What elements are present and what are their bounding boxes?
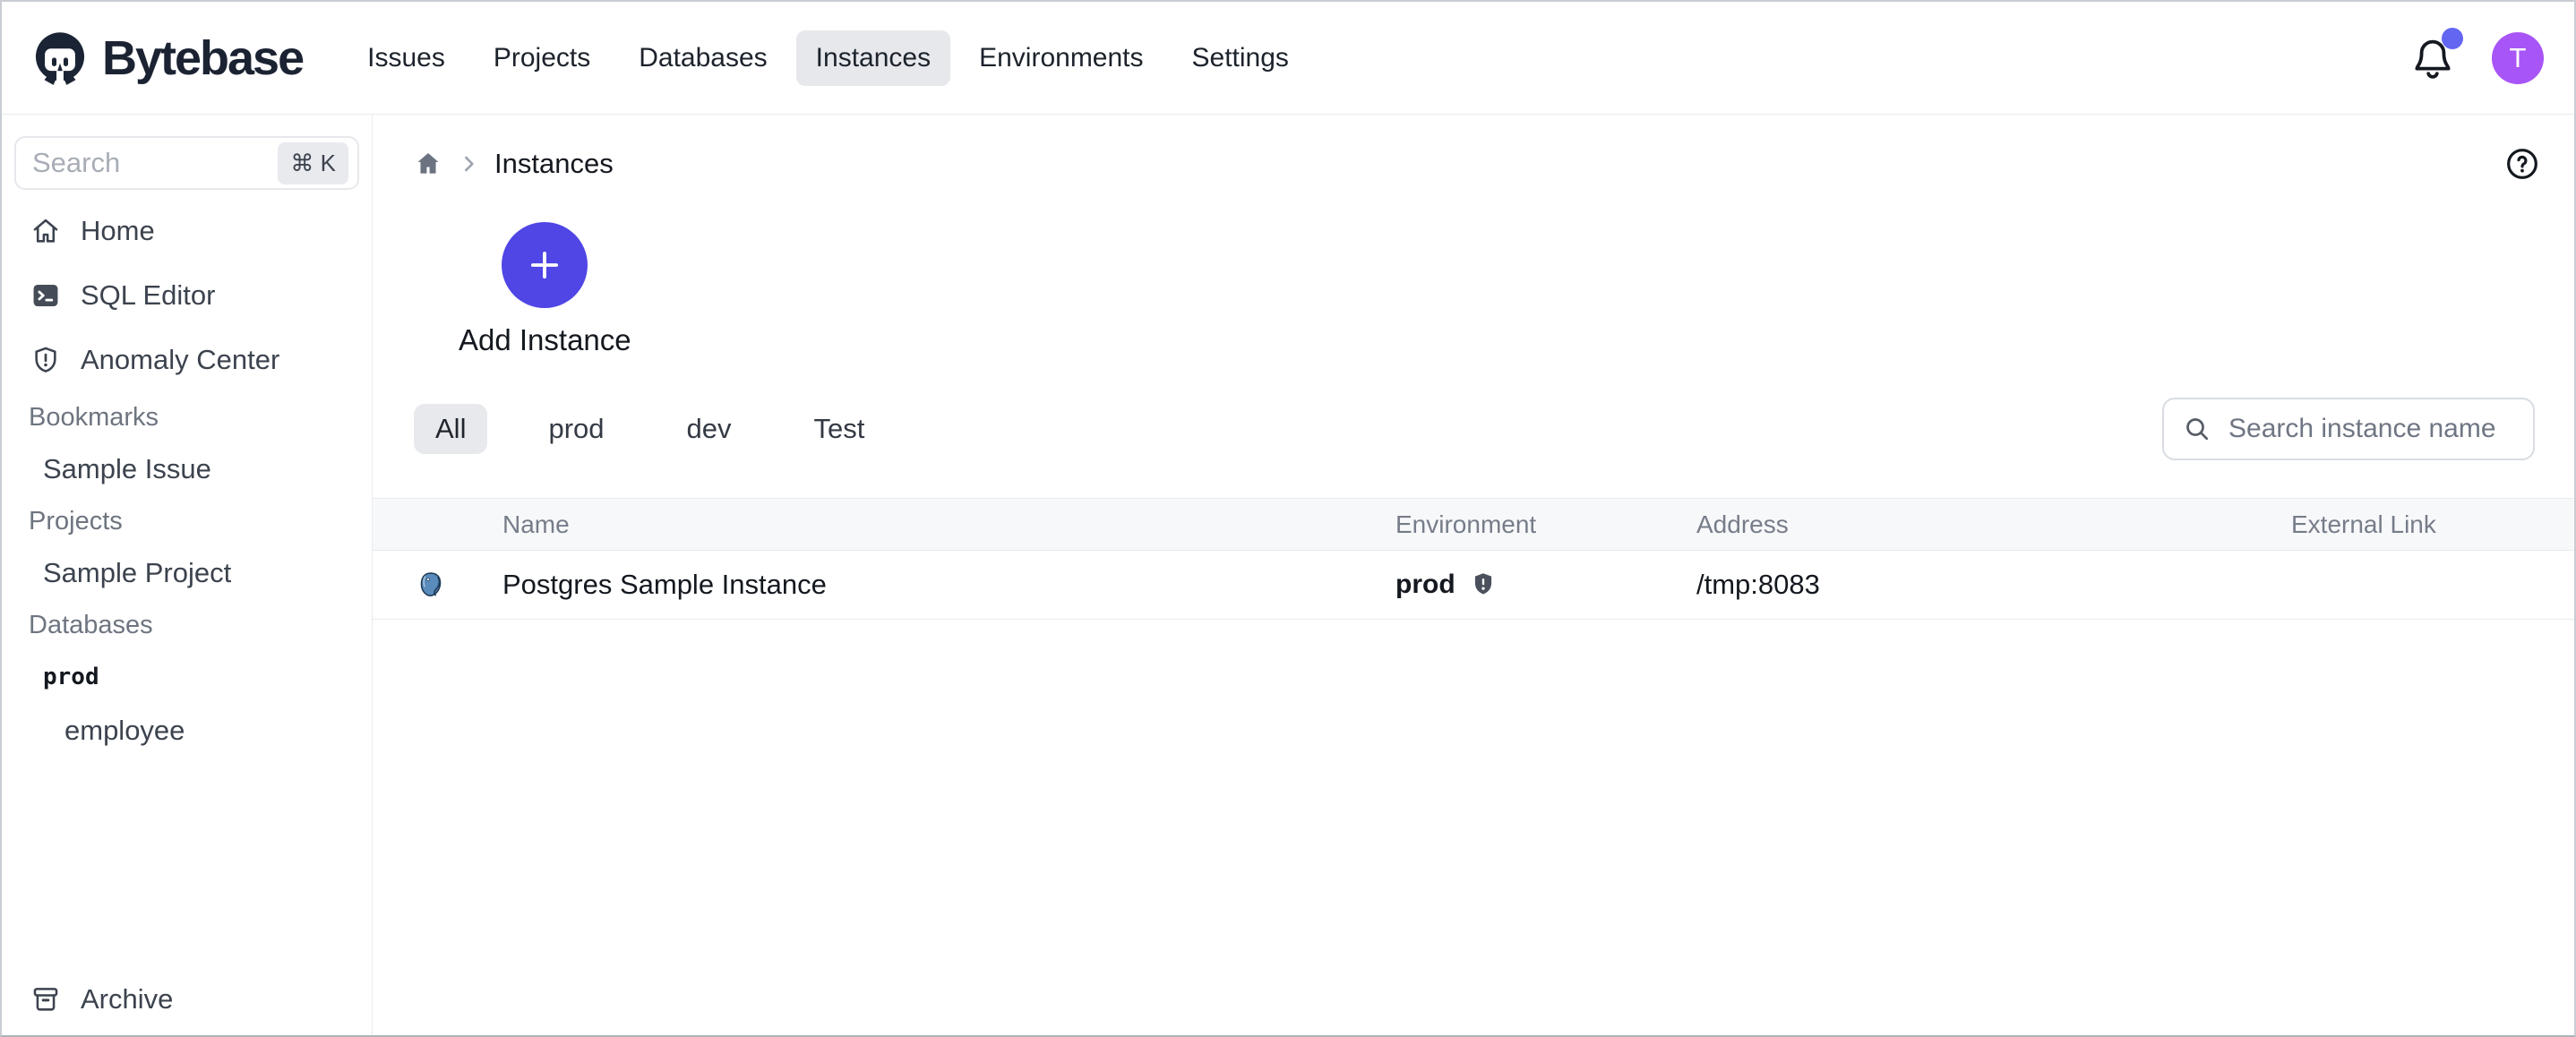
tab-prod[interactable]: prod <box>527 404 625 454</box>
search-shortcut-badge: ⌘ K <box>278 142 348 184</box>
tab-dev[interactable]: dev <box>665 404 753 454</box>
instances-table: Name Environment Address External Link <box>373 498 2574 620</box>
environment-cell: prod <box>1395 570 1696 600</box>
sidebar-item-env-prod[interactable]: prod <box>2 650 372 704</box>
address-cell: /tmp:8083 <box>1696 569 2291 601</box>
header-name: Name <box>502 510 1395 539</box>
shield-filled-icon <box>1470 570 1497 599</box>
archive-icon <box>30 984 61 1015</box>
avatar[interactable]: T <box>2492 32 2544 84</box>
bytebase-app-window: Bytebase Issues Projects Databases Insta… <box>0 0 2576 1037</box>
nav-item-projects[interactable]: Projects <box>474 30 610 86</box>
nav-item-settings[interactable]: Settings <box>1172 30 1309 86</box>
section-title: Databases <box>2 600 372 650</box>
sidebar-item-label: Home <box>81 215 155 247</box>
terminal-icon <box>30 280 61 311</box>
notification-dot <box>2442 28 2463 49</box>
sidebar-item-archive[interactable]: Archive <box>2 971 372 1028</box>
tab-test[interactable]: Test <box>792 404 886 454</box>
instance-search[interactable] <box>2162 398 2535 460</box>
sidebar-item-label: Anomaly Center <box>81 344 279 376</box>
instance-search-input[interactable] <box>2228 414 2515 444</box>
postgres-icon <box>417 570 444 599</box>
search-icon <box>2182 414 2212 444</box>
tab-all[interactable]: All <box>414 404 487 454</box>
add-instance-label: Add Instance <box>459 322 631 358</box>
environment-label: prod <box>1395 570 1455 600</box>
section-title: Projects <box>2 496 372 546</box>
sidebar-nav: Home SQL Editor <box>2 199 372 392</box>
header-address: Address <box>1696 510 2291 539</box>
engine-icon-cell <box>373 570 502 599</box>
sidebar-section-databases: Databases prod employee <box>2 600 372 758</box>
sidebar-item-label: SQL Editor <box>81 279 215 312</box>
nav-item-databases[interactable]: Databases <box>619 30 786 86</box>
nav-item-instances[interactable]: Instances <box>796 30 950 86</box>
plus-icon <box>526 246 563 284</box>
sidebar-item-home[interactable]: Home <box>2 199 372 263</box>
sidebar-section-bookmarks: Bookmarks Sample Issue <box>2 392 372 496</box>
home-icon <box>30 216 61 246</box>
breadcrumb: Instances <box>373 115 2574 213</box>
header-environment: Environment <box>1395 510 1696 539</box>
sidebar-section-projects: Projects Sample Project <box>2 496 372 600</box>
main-content: Instances Add Instance <box>373 115 2574 1035</box>
add-instance: Add Instance <box>459 222 631 358</box>
help-button[interactable] <box>2504 146 2540 182</box>
main-nav-links: Issues Projects Databases Instances Envi… <box>348 30 1309 86</box>
bytebase-logo-icon <box>32 31 88 85</box>
breadcrumb-current-page: Instances <box>494 148 614 180</box>
notification-bell-button[interactable] <box>2411 35 2454 81</box>
table-row[interactable]: Postgres Sample Instance prod /tmp:8083 <box>373 551 2574 620</box>
sidebar: ⌘ K Home <box>2 115 373 1035</box>
shield-alert-icon <box>30 345 61 375</box>
avatar-initial: T <box>2510 42 2527 74</box>
sidebar-item-anomaly-center[interactable]: Anomaly Center <box>2 328 372 392</box>
add-instance-button[interactable] <box>502 222 588 308</box>
sidebar-search-input[interactable] <box>32 147 278 179</box>
sidebar-item-sample-project[interactable]: Sample Project <box>2 546 372 600</box>
bytebase-logo[interactable]: Bytebase <box>32 30 303 86</box>
nav-item-issues[interactable]: Issues <box>348 30 465 86</box>
top-nav: Bytebase Issues Projects Databases Insta… <box>2 2 2574 115</box>
sidebar-item-label: Archive <box>81 983 173 1016</box>
instance-name-cell[interactable]: Postgres Sample Instance <box>502 569 1395 601</box>
chevron-right-icon <box>457 152 480 176</box>
environment-tabs: All prod dev Test <box>373 398 2574 460</box>
breadcrumb-home-icon[interactable] <box>414 150 442 178</box>
header-external-link: External Link <box>2291 510 2574 539</box>
brand-name: Bytebase <box>102 30 303 86</box>
sidebar-item-db-employee[interactable]: employee <box>2 704 372 758</box>
sidebar-item-sql-editor[interactable]: SQL Editor <box>2 263 372 328</box>
table-header-row: Name Environment Address External Link <box>373 498 2574 551</box>
header-right: T <box>2411 32 2544 84</box>
section-title: Bookmarks <box>2 392 372 442</box>
nav-item-environments[interactable]: Environments <box>959 30 1163 86</box>
sidebar-item-sample-issue[interactable]: Sample Issue <box>2 442 372 496</box>
sidebar-search[interactable]: ⌘ K <box>14 136 359 190</box>
